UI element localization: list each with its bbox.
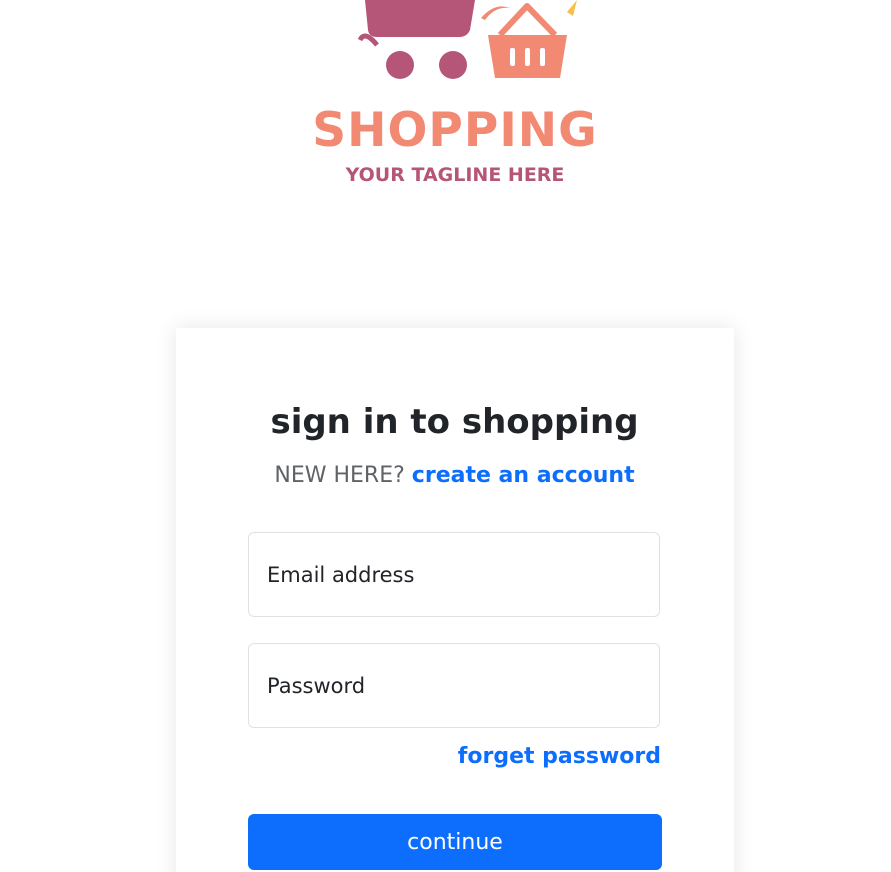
brand-logo: SHOPPING YOUR TAGLINE HERE <box>300 0 620 200</box>
shopping-cart-and-basket-icon <box>357 0 577 79</box>
brand-tagline: YOUR TAGLINE HERE <box>345 164 565 186</box>
email-field-container <box>248 532 660 617</box>
signin-page: SHOPPING YOUR TAGLINE HERE sign in to sh… <box>0 0 891 872</box>
email-field[interactable] <box>249 533 659 616</box>
new-here-text: NEW HERE? <box>274 463 405 488</box>
signup-prompt: NEW HERE? create an account <box>0 463 891 488</box>
signin-title: sign in to shopping <box>270 402 639 442</box>
password-field[interactable] <box>249 644 659 727</box>
continue-button[interactable]: continue <box>248 814 662 870</box>
forgot-password-link[interactable]: forget password <box>458 744 661 769</box>
password-field-container <box>248 643 660 728</box>
brand-name: SHOPPING <box>312 103 598 158</box>
create-account-link[interactable]: create an account <box>412 463 635 488</box>
